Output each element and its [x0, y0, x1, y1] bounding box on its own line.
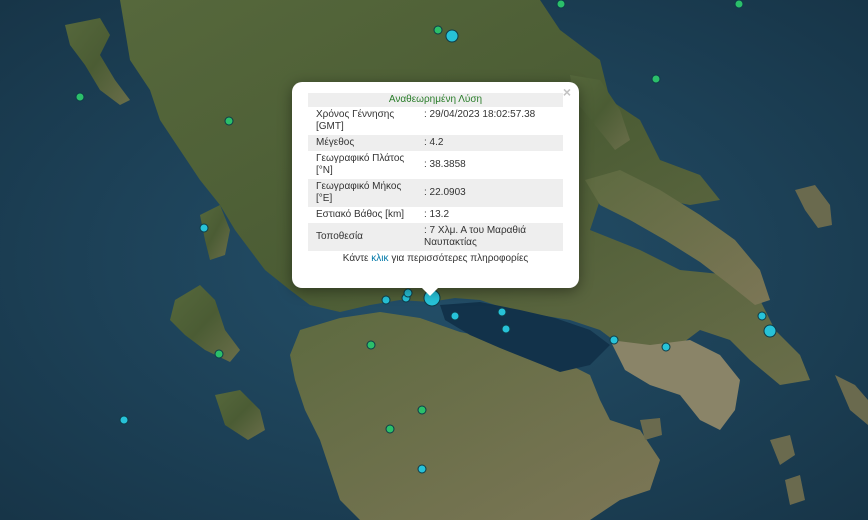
earthquake-marker[interactable] — [214, 349, 224, 359]
earthquake-marker[interactable] — [497, 307, 507, 317]
detail-label: Εστιακό Βάθος [km] — [316, 209, 405, 220]
earthquake-popup: × Αναθεωρημένη Λύση Χρόνος Γέννησης [GMT… — [292, 82, 579, 288]
detail-row-latitude: Γεωγραφικό Πλάτος [°N] : 38.3858 — [308, 151, 563, 179]
detail-row-magnitude: Μέγεθος : 4.2 — [308, 135, 563, 151]
detail-label: Χρόνος Γέννησης [GMT] — [316, 109, 395, 132]
more-info-link[interactable]: κλικ — [371, 253, 388, 264]
earthquake-marker[interactable] — [433, 25, 443, 35]
earthquake-marker[interactable] — [224, 116, 234, 126]
earthquake-marker[interactable] — [385, 424, 395, 434]
popup-title-row: Αναθεωρημένη Λύση — [308, 93, 563, 107]
earthquake-marker[interactable] — [445, 29, 459, 43]
detail-row-origin-time: Χρόνος Γέννησης [GMT] : 29/04/2023 18:02… — [308, 107, 563, 135]
more-info-suffix: για περισσότερες πληροφορίες — [391, 253, 529, 264]
popup-content: Αναθεωρημένη Λύση Χρόνος Γέννησης [GMT] … — [308, 93, 563, 264]
earthquake-marker[interactable] — [734, 0, 744, 9]
detail-row-location: Τοποθεσία : 7 Χλμ. Α του Μαραθιά Ναυπακτ… — [308, 223, 563, 251]
earthquake-marker[interactable] — [417, 464, 427, 474]
earthquake-marker[interactable] — [119, 415, 129, 425]
more-info-prefix: Κάντε — [342, 253, 369, 264]
more-info-line: Κάντε κλικ για περισσότερες πληροφορίες — [308, 253, 563, 264]
detail-value: : 29/04/2023 18:02:57.38 — [424, 109, 536, 120]
detail-row-depth: Εστιακό Βάθος [km] : 13.2 — [308, 207, 563, 223]
detail-value: : 22.0903 — [420, 179, 563, 207]
detail-label: Γεωγραφικό Πλάτος [°N] — [316, 153, 405, 176]
earthquake-marker[interactable] — [403, 288, 413, 298]
earthquake-marker[interactable] — [651, 74, 661, 84]
earthquake-marker[interactable] — [757, 311, 767, 321]
earthquake-marker[interactable] — [501, 324, 511, 334]
earthquake-marker[interactable] — [75, 92, 85, 102]
earthquake-marker[interactable] — [381, 295, 391, 305]
detail-label: Μέγεθος — [308, 135, 420, 151]
earthquake-marker[interactable] — [450, 311, 460, 321]
detail-label: Γεωγραφικό Μήκος [°E] — [308, 179, 420, 207]
earthquake-marker[interactable] — [366, 340, 376, 350]
earthquake-marker[interactable] — [763, 324, 777, 338]
detail-value: : 4.2 — [420, 135, 563, 151]
detail-row-longitude: Γεωγραφικό Μήκος [°E] : 22.0903 — [308, 179, 563, 207]
close-icon[interactable]: × — [563, 85, 571, 99]
detail-label: Τοποθεσία — [308, 223, 420, 251]
detail-value: : 38.3858 — [424, 159, 466, 170]
earthquake-marker[interactable] — [199, 223, 209, 233]
earthquake-marker[interactable] — [556, 0, 566, 9]
earthquake-details-table: Αναθεωρημένη Λύση Χρόνος Γέννησης [GMT] … — [308, 93, 563, 251]
earthquake-marker[interactable] — [417, 405, 427, 415]
popup-pointer — [420, 286, 440, 296]
earthquake-marker[interactable] — [609, 335, 619, 345]
popup-title: Αναθεωρημένη Λύση — [308, 93, 563, 107]
detail-value: : 13.2 — [424, 209, 450, 220]
detail-value: : 7 Χλμ. Α του Μαραθιά Ναυπακτίας — [420, 223, 563, 251]
earthquake-marker[interactable] — [661, 342, 671, 352]
